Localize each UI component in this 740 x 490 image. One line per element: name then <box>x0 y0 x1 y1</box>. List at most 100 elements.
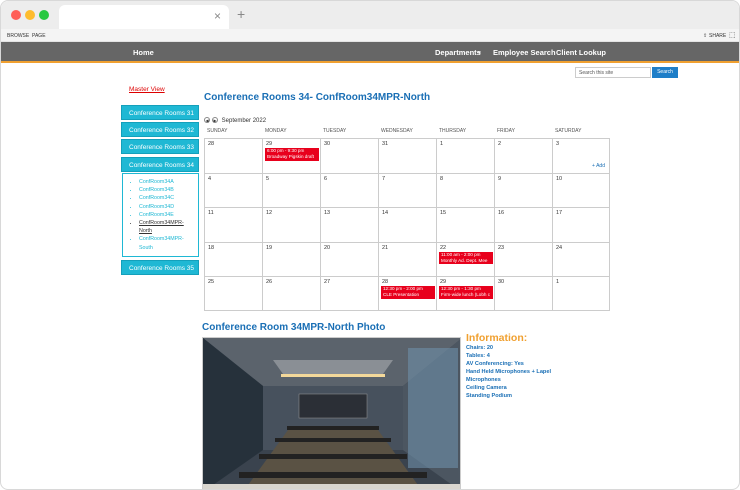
calendar-day-number: 30 <box>498 279 505 285</box>
sidebar-item-rooms-35[interactable]: Conference Rooms 35 <box>121 260 199 275</box>
close-window-icon[interactable] <box>11 10 21 20</box>
ribbon-share[interactable]: SHARE <box>709 33 726 39</box>
add-event-link[interactable]: + Add <box>592 163 605 169</box>
calendar-event[interactable]: 12:30 pm - 1:30 pm Firm-wide lunch (Lobh … <box>439 286 493 299</box>
calendar-day-cell[interactable]: 1 <box>552 276 610 311</box>
event-title: CLE Presentation <box>383 292 420 298</box>
day-header-thursday: THURSDAY <box>439 128 467 134</box>
tab-close-icon[interactable]: × <box>214 9 221 23</box>
event-title: Firm-wide lunch (Lobh c <box>441 292 491 298</box>
browser-window: × + BROWSE PAGE ⇪ SHARE ⬚ Home Departmen… <box>0 0 740 490</box>
next-month-icon[interactable]: ▶ <box>212 117 218 123</box>
calendar-day-cell[interactable]: 31 <box>378 138 436 173</box>
calendar-day-number: 11 <box>208 210 214 216</box>
calendar-day-cell[interactable]: 3 + Add <box>552 138 610 173</box>
new-tab-icon[interactable]: + <box>237 6 245 22</box>
info-tables: Tables: 4 <box>466 353 490 359</box>
calendar-day-cell[interactable]: 21 <box>378 241 436 276</box>
calendar-day-cell[interactable]: 23 <box>494 241 552 276</box>
calendar-day-cell[interactable]: 26 <box>262 276 320 311</box>
calendar-day-cell[interactable]: 9 <box>494 172 552 207</box>
calendar-day-number: 20 <box>324 244 331 251</box>
calendar-day-number: 12 <box>266 210 273 216</box>
calendar-day-cell[interactable]: 30 <box>320 138 378 173</box>
calendar-day-cell[interactable]: 29 12:30 pm - 1:30 pm Firm-wide lunch (Lob… <box>436 276 494 311</box>
ribbon-bar: BROWSE PAGE ⇪ SHARE ⬚ <box>1 29 739 42</box>
minimize-window-icon[interactable] <box>25 10 35 20</box>
focus-icon[interactable]: ⬚ <box>729 31 736 39</box>
calendar-day-cell[interactable]: 19 <box>262 241 320 276</box>
calendar-day-cell[interactable]: 25 <box>204 276 262 311</box>
calendar-day-number: 10 <box>556 175 563 182</box>
nav-departments[interactable]: Departments <box>435 48 481 57</box>
day-header-wednesday: WEDNESDAY <box>381 128 413 134</box>
calendar-day-cell[interactable]: 17 <box>552 207 610 242</box>
info-handheld: Hand Held Microphones + Lapel <box>466 369 552 375</box>
calendar-day-cell[interactable]: 11 <box>204 207 262 242</box>
calendar-day-number: 21 <box>382 244 389 251</box>
calendar-day-cell[interactable]: 18 <box>204 241 262 276</box>
calendar-day-cell[interactable]: 6 <box>320 172 378 207</box>
sidebar-item-rooms-32[interactable]: Conference Rooms 32 <box>121 122 199 137</box>
calendar-day-cell[interactable]: 24 <box>552 241 610 276</box>
sidebar-item-rooms-33[interactable]: Conference Rooms 33 <box>121 139 199 154</box>
calendar-event[interactable]: 6:00 pm - 9:30 pm Broadway Pigskin draft <box>265 148 319 161</box>
calendar-day-cell[interactable]: 8 <box>436 172 494 207</box>
info-title: Information: <box>466 332 528 344</box>
nav-employee-search[interactable]: Employee Search <box>493 48 556 57</box>
submenu-item-34d[interactable]: ConfRoom34D <box>139 203 193 211</box>
submenu-item-34a[interactable]: ConfRoom34A <box>139 178 193 186</box>
calendar-day-number: 6 <box>324 175 328 182</box>
calendar-day-number: 13 <box>324 210 331 216</box>
calendar-day-cell[interactable]: 7 <box>378 172 436 207</box>
search-input[interactable]: Search this site <box>575 67 651 78</box>
calendar-day-cell[interactable]: 28 <box>204 138 262 173</box>
master-view-link[interactable]: Master View <box>129 86 165 93</box>
chevron-down-icon[interactable]: ⌄ <box>477 48 482 55</box>
calendar-day-cell[interactable]: 13 <box>320 207 378 242</box>
calendar-day-cell[interactable]: 29 6:00 pm - 9:30 pm Broadway Pigskin draf… <box>262 138 320 173</box>
submenu-item-34b[interactable]: ConfRoom34B <box>139 186 193 194</box>
submenu-item-34c[interactable]: ConfRoom34C <box>139 194 193 202</box>
calendar-day-cell[interactable]: 22 11:00 am - 2:00 pm Monthly Ad. Dept. Me… <box>436 241 494 276</box>
room-photo-image <box>203 338 460 489</box>
day-header-saturday: SATURDAY <box>555 128 582 134</box>
nav-client-lookup[interactable]: Client Lookup <box>556 48 606 57</box>
calendar-day-cell[interactable]: 27 <box>320 276 378 311</box>
prev-month-icon[interactable]: ◀ <box>204 117 210 123</box>
sidebar-submenu-list: ConfRoom34A ConfRoom34B ConfRoom34C Conf… <box>133 178 193 252</box>
calendar-event[interactable]: 12:30 pm - 2:00 pm CLE Presentation <box>381 286 435 299</box>
room-photo <box>202 337 461 489</box>
calendar-day-cell[interactable]: 15 <box>436 207 494 242</box>
submenu-item-mpr-north[interactable]: ConfRoom34MPR-North <box>139 219 193 235</box>
maximize-window-icon[interactable] <box>39 10 49 20</box>
calendar-day-cell[interactable]: 30 <box>494 276 552 311</box>
browser-tab[interactable]: × <box>59 5 229 29</box>
calendar-day-cell[interactable]: 2 <box>494 138 552 173</box>
search-button[interactable]: Search <box>652 67 678 78</box>
calendar-day-cell[interactable]: 1 <box>436 138 494 173</box>
calendar-day-cell[interactable]: 20 <box>320 241 378 276</box>
sidebar-item-rooms-31[interactable]: Conference Rooms 31 <box>121 105 199 120</box>
calendar-day-number: 9 <box>498 175 502 182</box>
nav-home[interactable]: Home <box>133 48 154 57</box>
calendar-day-cell[interactable]: 12 <box>262 207 320 242</box>
calendar-day-cell[interactable]: 16 <box>494 207 552 242</box>
submenu-item-mpr-south[interactable]: ConfRoom34MPR-South <box>139 235 193 251</box>
calendar-day-number: 1 <box>440 141 444 147</box>
calendar-day-cell[interactable]: 5 <box>262 172 320 207</box>
ribbon-tab-browse[interactable]: BROWSE <box>7 33 29 39</box>
calendar-day-cell[interactable]: 10 <box>552 172 610 207</box>
submenu-item-34e[interactable]: ConfRoom34E <box>139 211 193 219</box>
calendar-day-number: 28 <box>208 141 215 147</box>
calendar-day-number: 30 <box>324 141 331 147</box>
calendar-day-number: 2 <box>498 141 502 147</box>
day-header-tuesday: TUESDAY <box>323 128 347 134</box>
calendar-day-cell[interactable]: 28 12:30 pm - 2:00 pm CLE Presentation <box>378 276 436 311</box>
ribbon-tab-page[interactable]: PAGE <box>32 33 46 39</box>
sidebar-item-rooms-34[interactable]: Conference Rooms 34 <box>121 157 199 172</box>
calendar-day-cell[interactable]: 14 <box>378 207 436 242</box>
calendar-event[interactable]: 11:00 am - 2:00 pm Monthly Ad. Dept. Mee <box>439 251 493 265</box>
calendar-day-cell[interactable]: 4 <box>204 172 262 207</box>
share-icon[interactable]: ⇪ <box>703 33 707 39</box>
